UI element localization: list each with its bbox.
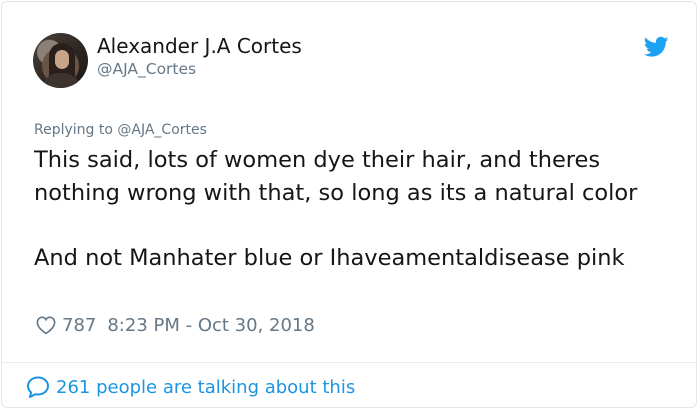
speech-bubble-icon (27, 376, 49, 398)
conversation-text[interactable]: 261 people are talking about this (56, 377, 355, 398)
avatar-face (55, 50, 69, 69)
tweet-card: Alexander J.A Cortes @AJA_Cortes Replyin… (1, 1, 697, 408)
tweet-paragraph: And not Manhater blue or Ihaveamentaldis… (34, 244, 625, 271)
divider (2, 362, 696, 363)
tweet-text: This said, lots of women dye their hair,… (34, 144, 684, 274)
replying-to[interactable]: Replying to @AJA_Cortes (34, 121, 207, 140)
tweet-paragraph: This said, lots of women dye their hair,… (34, 147, 638, 206)
conversation-link[interactable]: 261 people are talking about this (26, 374, 355, 400)
avatar-shoulder (41, 73, 81, 88)
tweet-timestamp[interactable]: 8:23 PM - Oct 30, 2018 (107, 315, 314, 336)
author-name[interactable]: Alexander J.A Cortes (97, 33, 302, 59)
like-count[interactable]: 787 (62, 315, 96, 336)
tweet-meta: 787 8:23 PM - Oct 30, 2018 (35, 312, 315, 338)
twitter-bird-icon[interactable] (644, 36, 669, 58)
avatar[interactable] (33, 33, 88, 88)
heart-outline-icon[interactable] (35, 315, 57, 335)
author-handle[interactable]: @AJA_Cortes (97, 59, 196, 79)
